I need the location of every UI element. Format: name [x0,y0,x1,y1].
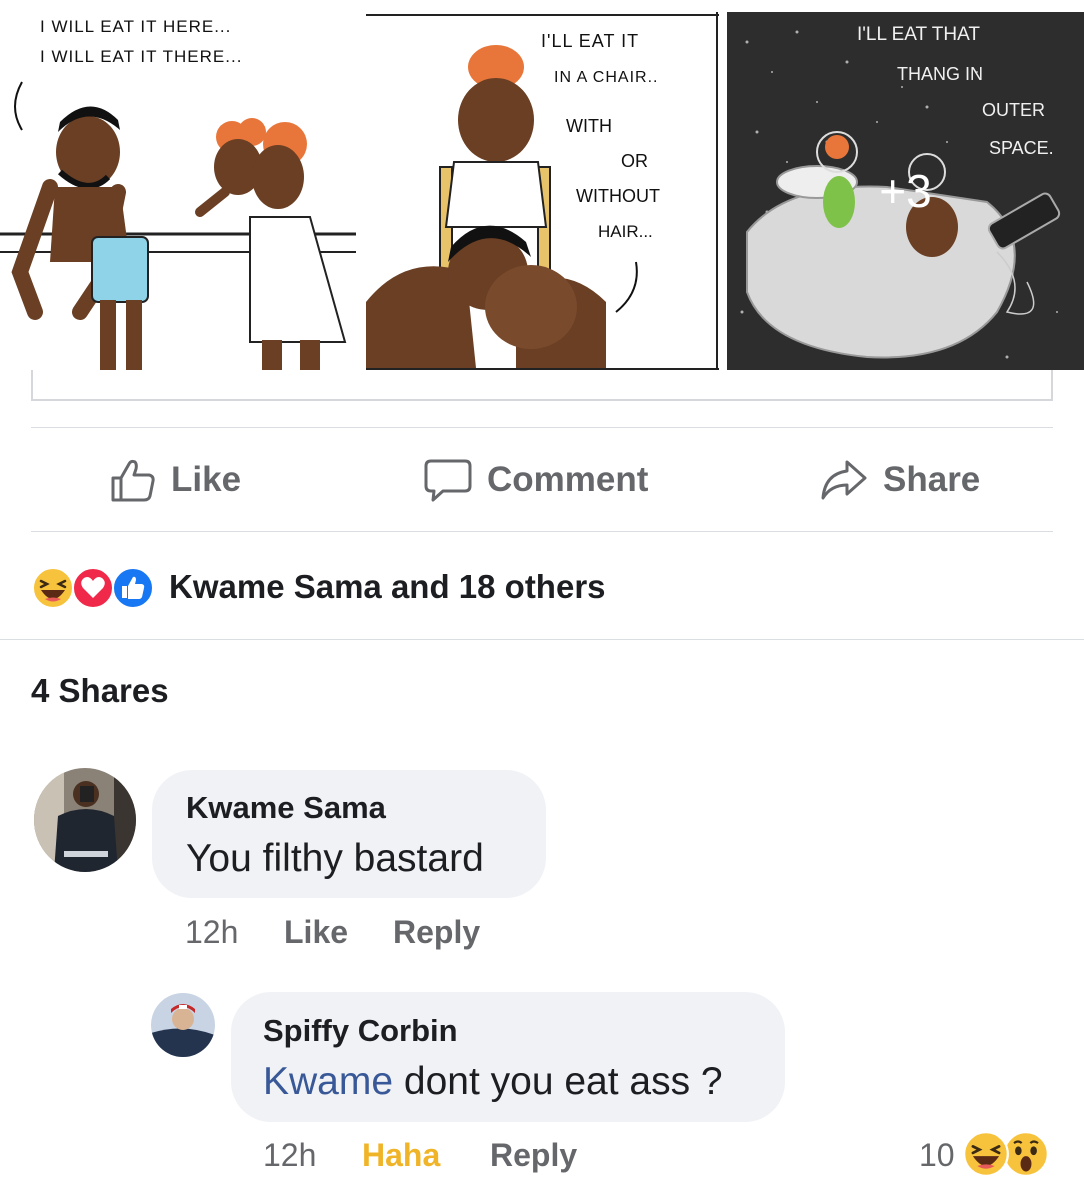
photo-panel-2[interactable]: I'LL EAT IT IN A CHAIR.. WITH OR WITHOUT… [366,12,719,370]
photo-panel-3[interactable]: I'LL EAT THAT THANG IN OUTER SPACE. +3 [727,12,1084,370]
reply-timestamp[interactable]: 12h [263,1137,316,1174]
avatar-spiffy-corbin[interactable] [151,993,215,1057]
divider-top [31,427,1053,428]
panel2-caption-line4: OR [621,151,648,171]
thumbs-up-icon [109,456,157,504]
haha-icon [962,1130,1010,1183]
reply-haha-label: Haha [362,1137,441,1173]
more-photos-overlay[interactable]: +3 [727,12,1084,370]
post-action-bar: Like Comment Share [31,430,1053,530]
comment-button[interactable]: Comment [423,430,648,530]
reply-text: Kwame dont you eat ass ? [263,1060,723,1104]
panel2-caption-line5: WITHOUT [576,186,660,206]
divider-actions [31,531,1053,532]
share-button[interactable]: Share [819,430,980,530]
comment-text: You filthy bastard [186,837,484,880]
panel2-caption-line1: I'LL EAT IT [541,31,639,51]
comment-like-button[interactable]: Like [284,914,348,951]
reply-reply-button[interactable]: Reply [490,1137,577,1174]
reply-author[interactable]: Spiffy Corbin [263,1013,458,1049]
haha-icon [31,566,75,615]
avatar-kwame-sama[interactable] [34,768,136,872]
panel1-caption-line2: I WILL EAT IT THERE... [40,47,242,66]
comment-label: Comment [487,460,649,499]
comment-reply-button[interactable]: Reply [393,914,480,951]
comment-timestamp[interactable]: 12h [185,914,238,951]
reaction-icon-stack [31,564,159,610]
shares-count[interactable]: 4 Shares [31,672,169,710]
panel2-caption-line2: IN A CHAIR.. [554,69,658,86]
comic-panel-1-art: I WILL EAT IT HERE... I WILL EAT IT THER… [0,12,356,370]
love-icon [71,566,115,615]
like-icon [111,566,155,615]
panel2-caption-line3: WITH [566,116,612,136]
reaction-summary[interactable]: Kwame Sama and 18 others [31,560,606,614]
share-arrow-icon [819,456,869,504]
reply-text-body: dont you eat ass ? [393,1060,723,1103]
photo-panel-1[interactable]: I WILL EAT IT HERE... I WILL EAT IT THER… [0,12,356,370]
panel1-caption-line1: I WILL EAT IT HERE... [40,17,231,36]
comment-author[interactable]: Kwame Sama [186,790,386,826]
attachment-frame [31,370,1053,401]
mention-link[interactable]: Kwame [263,1060,393,1103]
reaction-summary-text: Kwame Sama and 18 others [169,568,606,605]
reply-haha-button[interactable]: Haha [362,1137,440,1174]
panel2-caption-line6: HAIR... [598,222,653,241]
reply-reaction-count[interactable]: 10 [919,1137,955,1174]
post-photo-grid: I WILL EAT IT HERE... I WILL EAT IT THER… [0,0,1084,372]
reply-reaction-icons[interactable] [962,1130,1058,1178]
like-button[interactable]: Like [109,430,241,530]
comment-bubble-icon [423,456,473,504]
comic-panel-2-art: I'LL EAT IT IN A CHAIR.. WITH OR WITHOUT… [366,12,719,368]
divider-reactions [0,639,1084,640]
like-label: Like [171,460,242,499]
more-photos-count: +3 [879,165,932,217]
share-label: Share [883,460,981,499]
